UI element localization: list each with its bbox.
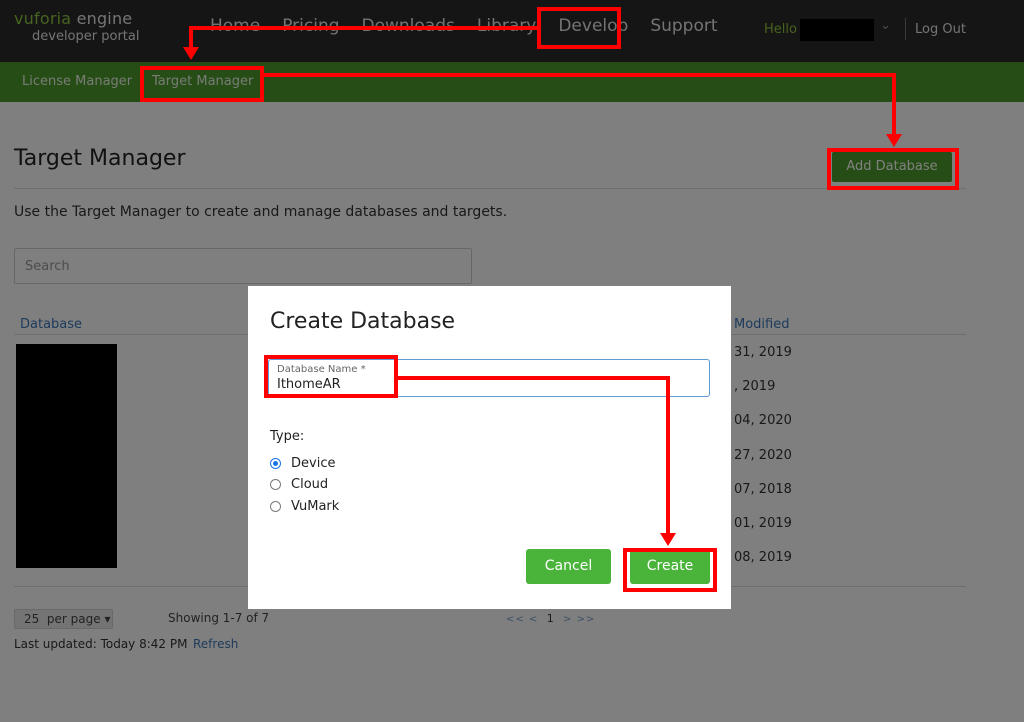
arrow-line [189,26,193,48]
highlight-create [623,548,717,592]
arrow-line [892,73,896,135]
radio-selected-icon[interactable] [270,458,281,469]
arrow-line [189,26,537,30]
cancel-button[interactable]: Cancel [526,549,611,584]
type-option-vumark[interactable]: VuMark [270,499,339,514]
arrow-line [666,376,670,534]
highlight-develop [537,7,621,49]
arrow-line [264,73,896,77]
arrow-line [398,376,670,380]
type-option-device[interactable]: Device [270,456,335,471]
type-option-label: VuMark [291,499,340,514]
highlight-target-manager [140,66,264,102]
arrow-head-icon [886,134,902,147]
arrow-head-icon [660,533,676,546]
type-option-label: Device [291,456,336,471]
highlight-database-name [264,355,398,398]
radio-icon[interactable] [270,479,281,490]
type-option-label: Cloud [291,477,329,492]
dialog-title: Create Database [270,309,456,334]
type-label: Type: [270,429,305,444]
radio-icon[interactable] [270,501,281,512]
type-option-cloud[interactable]: Cloud [270,477,328,492]
arrow-head-icon [183,47,199,60]
highlight-add-database [827,148,959,190]
